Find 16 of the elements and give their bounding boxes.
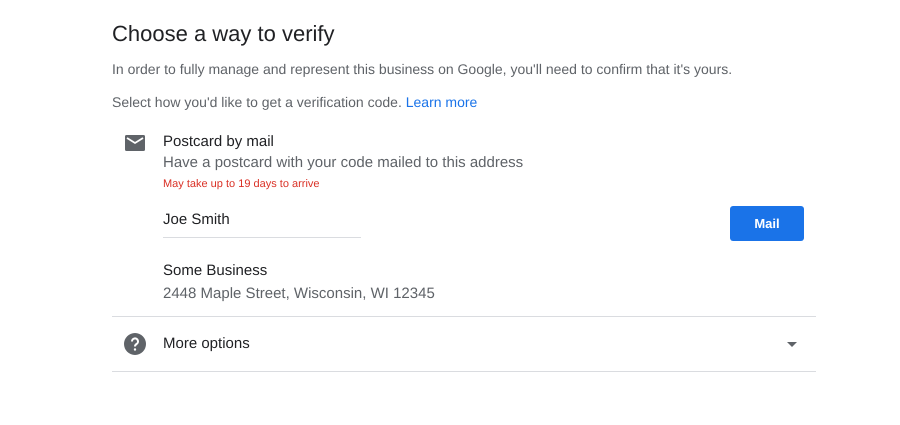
- intro-text: In order to fully manage and represent this business on Google, you'll need to confirm that it's yours.: [112, 60, 734, 79]
- envelope-icon: [125, 135, 145, 151]
- option-title: Postcard by mail: [163, 132, 275, 152]
- business-name: Some Business: [163, 261, 268, 281]
- name-field[interactable]: Joe Smith: [163, 209, 361, 238]
- more-options-row[interactable]: More options: [112, 317, 816, 371]
- help-icon: [124, 333, 146, 355]
- business-address: 2448 Maple Street, Wisconsin, WI 12345: [163, 284, 436, 304]
- more-options-label: More options: [163, 334, 251, 354]
- prompt-text: Select how you'd like to get a verification code.: [112, 94, 402, 110]
- dropdown-caret-icon: [787, 342, 797, 346]
- warning-text: May take up to 19 days to arrive: [163, 177, 321, 192]
- page-title: Choose a way to verify: [112, 20, 336, 48]
- mail-button[interactable]: Mail: [730, 206, 804, 241]
- learn-more-link[interactable]: Learn more: [406, 94, 478, 110]
- option-description: Have a postcard with your code mailed to this address: [163, 153, 524, 173]
